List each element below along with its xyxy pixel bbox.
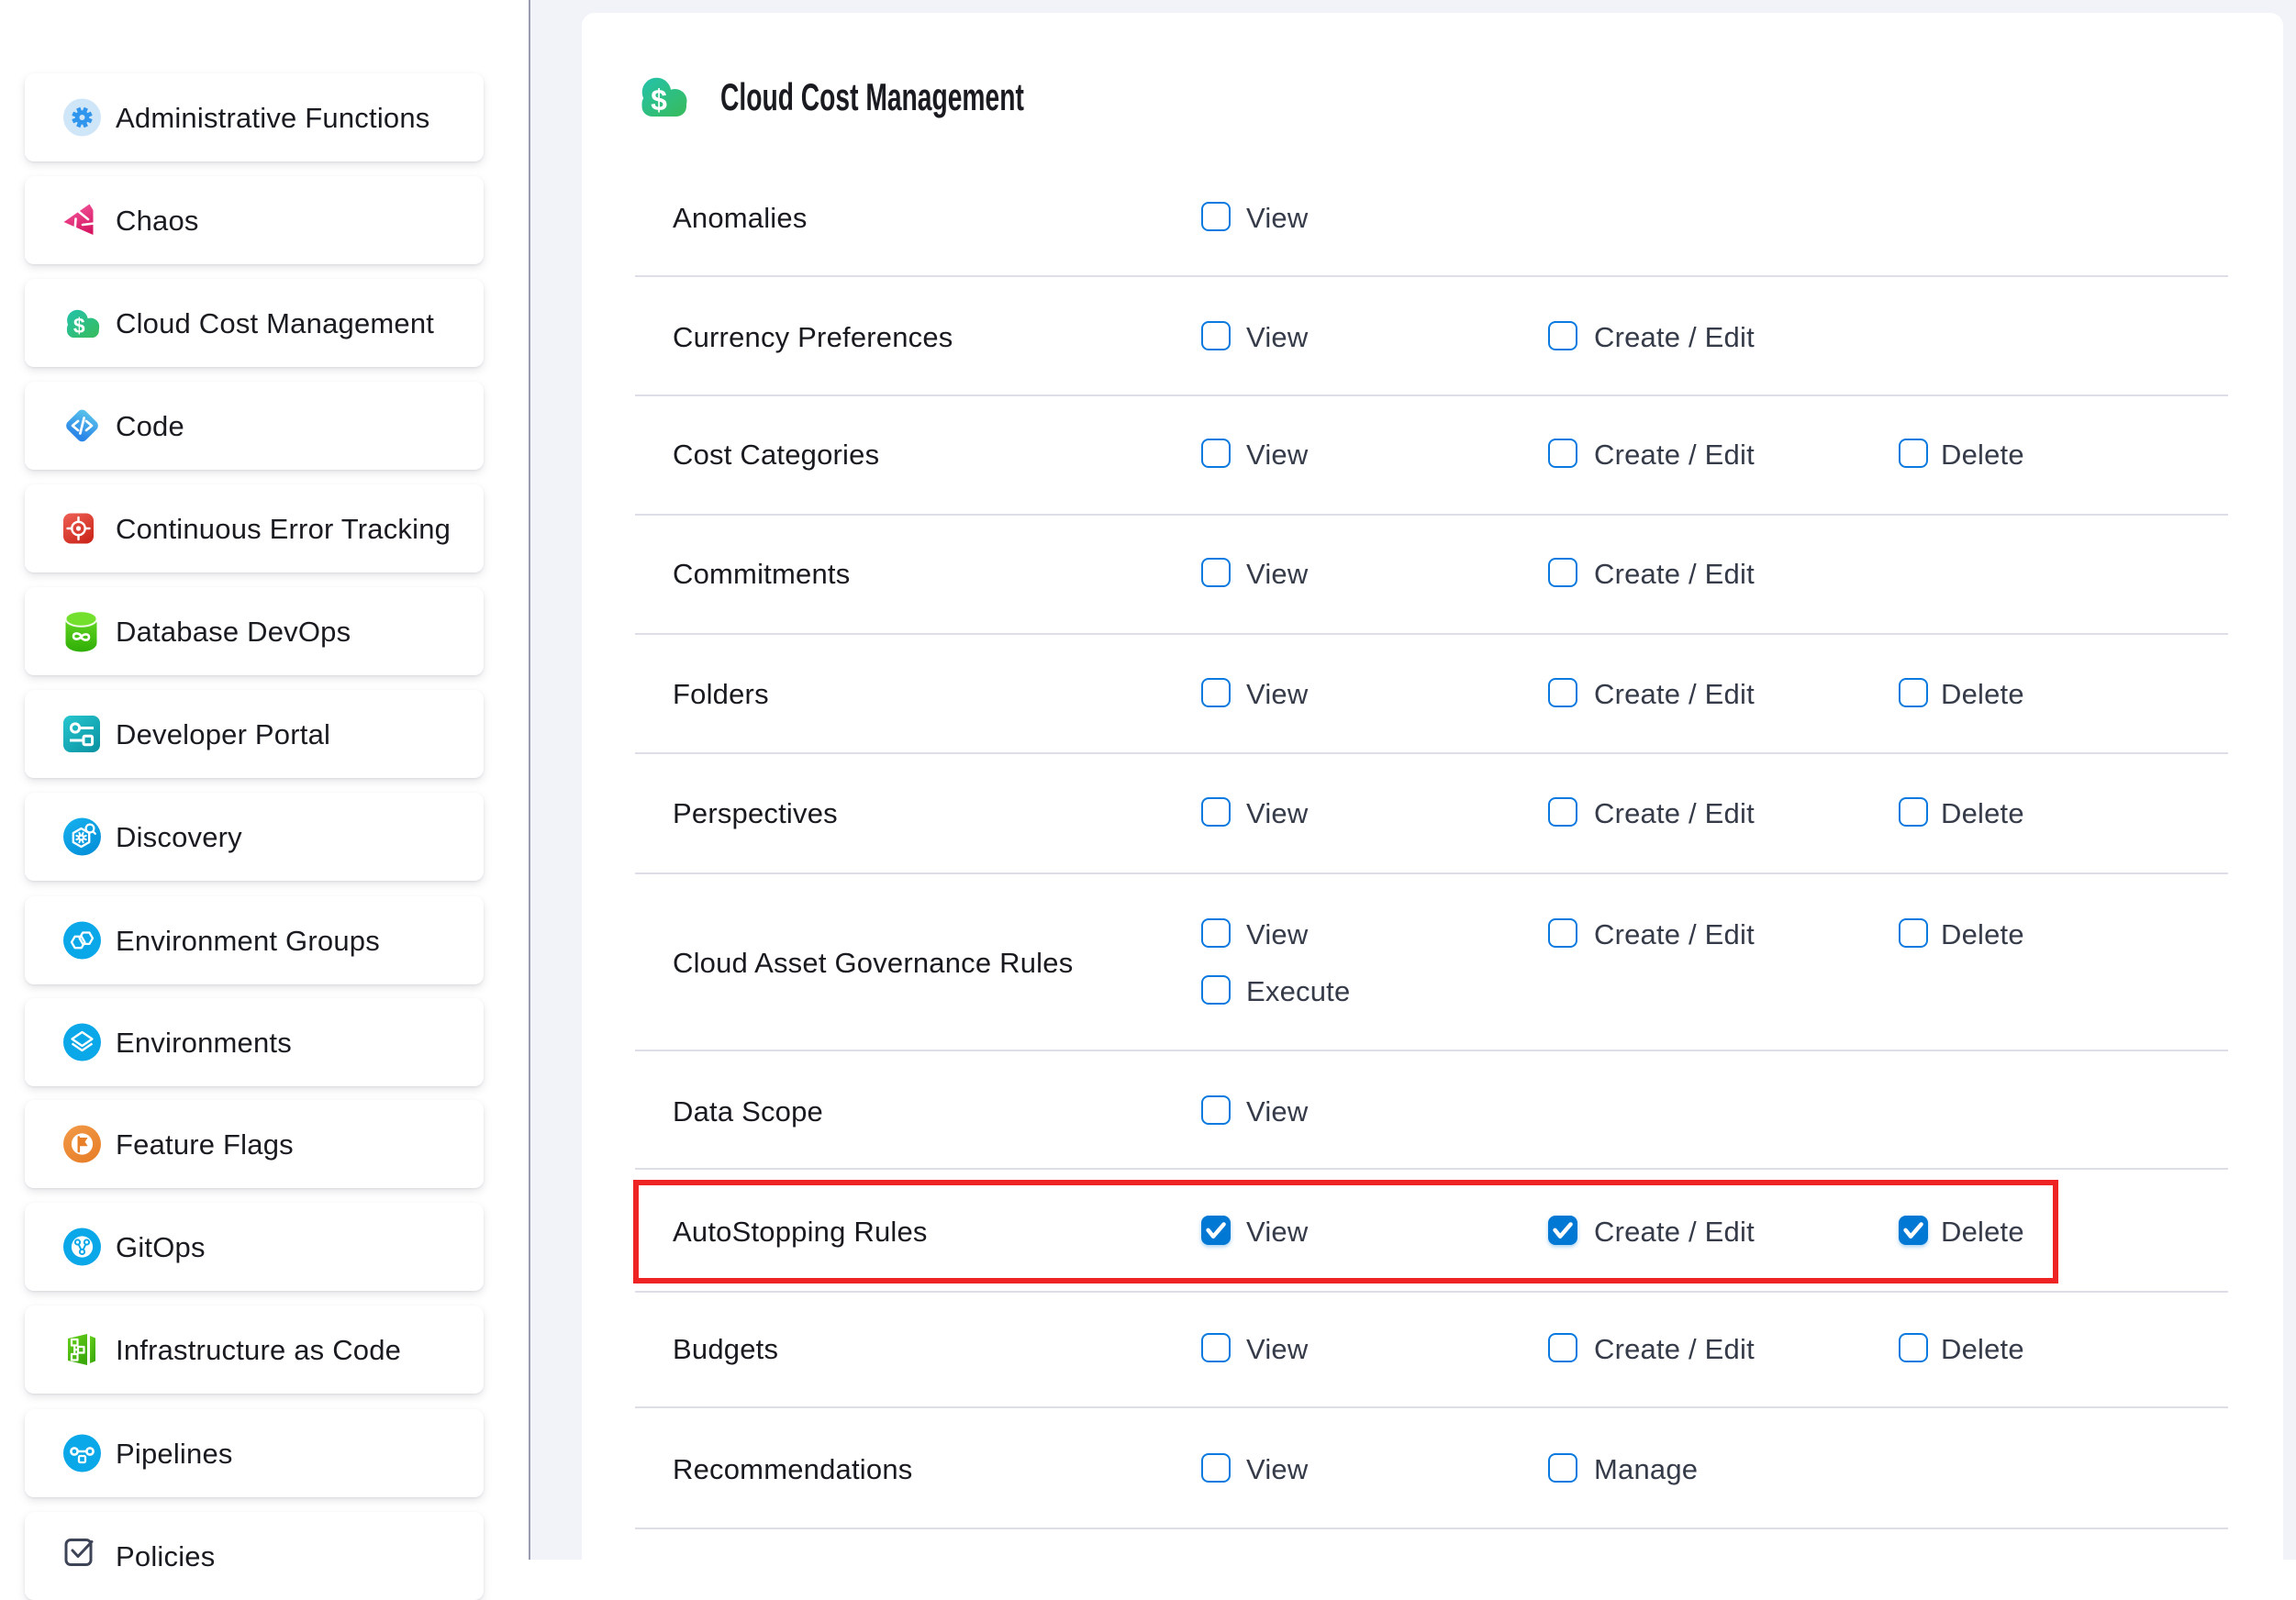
svg-text:$: $ bbox=[73, 314, 85, 338]
svg-text:$: $ bbox=[651, 83, 667, 117]
